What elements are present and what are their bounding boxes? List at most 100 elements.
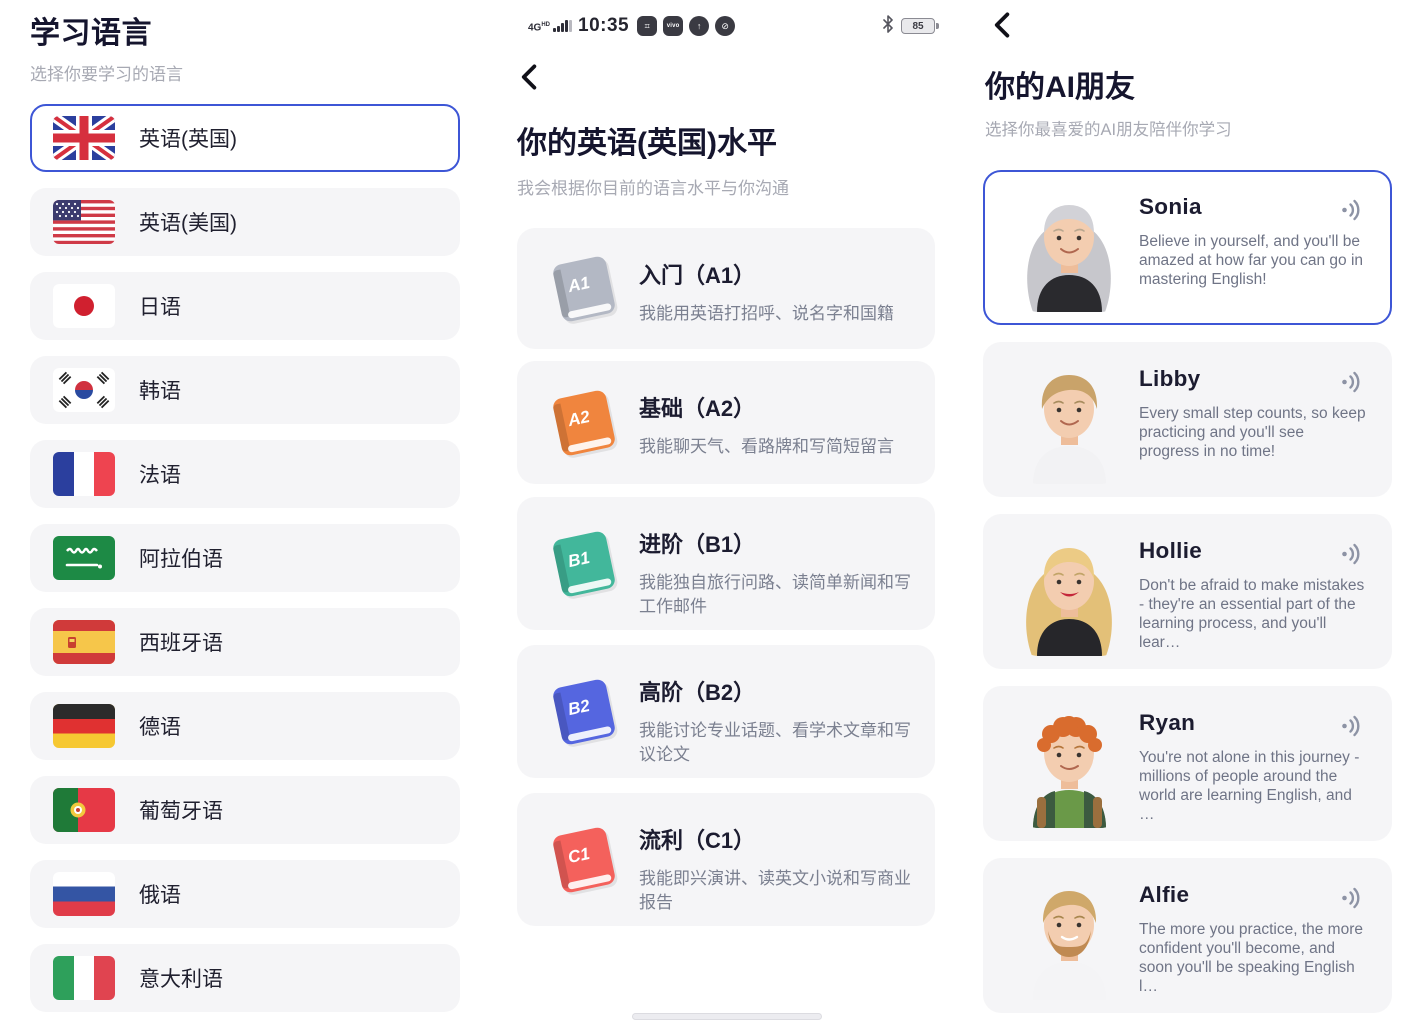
upload-arrow-icon: ↑ bbox=[689, 16, 709, 36]
language-item-italian[interactable]: 意大利语 bbox=[30, 944, 460, 1012]
flag-uk-icon bbox=[53, 116, 115, 160]
alfie-avatar bbox=[1013, 873, 1126, 1000]
flag-germany-icon bbox=[53, 704, 115, 748]
friend-name: Hollie bbox=[1139, 538, 1202, 564]
level-select-screen: 4GHD 10:35 ⌗ vivo ↑ ⊘ 85 你的英语(英国)水平 我会根据… bbox=[470, 0, 950, 1024]
status-bar: 4GHD 10:35 ⌗ vivo ↑ ⊘ 85 bbox=[528, 13, 935, 39]
flag-saudi-icon bbox=[53, 536, 115, 580]
level-card-b2[interactable]: B2 高阶（B2） 我能讨论专业话题、看学术文章和写议论文 bbox=[517, 645, 935, 778]
voice-preview-icon[interactable] bbox=[1340, 542, 1364, 566]
language-label: 日语 bbox=[139, 291, 181, 321]
book-a1-icon: A1 bbox=[551, 228, 617, 349]
language-item-spanish[interactable]: 西班牙语 bbox=[30, 608, 460, 676]
back-button[interactable] bbox=[515, 62, 545, 92]
page-title: 你的AI朋友 bbox=[985, 62, 1135, 106]
page-subtitle: 选择你最喜爱的AI朋友陪伴你学习 bbox=[985, 116, 1232, 140]
libby-avatar bbox=[1013, 357, 1126, 484]
language-item-english-us[interactable]: 英语(美国) bbox=[30, 188, 460, 256]
language-item-arabic[interactable]: 阿拉伯语 bbox=[30, 524, 460, 592]
book-b2-icon: B2 bbox=[551, 645, 617, 778]
flag-korea-icon bbox=[53, 368, 115, 412]
level-card-a2[interactable]: A2 基础（A2） 我能聊天气、看路牌和写简短留言 bbox=[517, 361, 935, 484]
status-time: 10:35 bbox=[578, 15, 629, 37]
level-title: 入门（A1） bbox=[639, 258, 915, 290]
browser-icon: ⊘ bbox=[715, 16, 735, 36]
language-item-german[interactable]: 德语 bbox=[30, 692, 460, 760]
flag-italy-icon bbox=[53, 956, 115, 1000]
language-select-screen: 学习语言 选择你要学习的语言 英语(英国) bbox=[0, 0, 470, 1024]
friend-name: Sonia bbox=[1139, 194, 1202, 220]
flag-spain-icon bbox=[53, 620, 115, 664]
flag-us-icon bbox=[53, 200, 115, 244]
level-list: A1 入门（A1） 我能用英语打招呼、说名字和国籍 A2 基础（A2） 我能聊天… bbox=[517, 228, 935, 926]
language-label: 意大利语 bbox=[139, 963, 223, 993]
level-card-a1[interactable]: A1 入门（A1） 我能用英语打招呼、说名字和国籍 bbox=[517, 228, 935, 349]
level-description: 我能独自旅行问路、读简单新闻和写工作邮件 bbox=[639, 571, 915, 619]
voice-preview-icon[interactable] bbox=[1340, 886, 1364, 910]
book-a2-icon: A2 bbox=[551, 361, 617, 484]
voice-preview-icon[interactable] bbox=[1340, 370, 1364, 394]
book-b1-icon: B1 bbox=[551, 497, 617, 630]
level-description: 我能讨论专业话题、看学术文章和写议论文 bbox=[639, 719, 915, 767]
level-title: 进阶（B1） bbox=[639, 527, 915, 559]
language-item-french[interactable]: 法语 bbox=[30, 440, 460, 508]
cellular-signal-icon: 4GHD bbox=[528, 20, 572, 32]
friend-quote: Don't be afraid to make mistakes - they'… bbox=[1139, 576, 1368, 652]
friend-name: Libby bbox=[1139, 366, 1201, 392]
level-title: 基础（A2） bbox=[639, 391, 915, 423]
friend-card-ryan[interactable]: Ryan You're not alone in this journey - … bbox=[983, 686, 1392, 841]
level-description: 我能用英语打招呼、说名字和国籍 bbox=[639, 302, 915, 326]
home-indicator[interactable] bbox=[632, 1013, 822, 1020]
page-subtitle: 选择你要学习的语言 bbox=[30, 60, 183, 85]
voice-preview-icon[interactable] bbox=[1340, 198, 1364, 222]
app-notification-icon: ⌗ bbox=[637, 16, 657, 36]
language-label: 俄语 bbox=[139, 879, 181, 909]
flag-portugal-icon bbox=[53, 788, 115, 832]
friend-quote: Believe in yourself, and you'll be amaze… bbox=[1139, 232, 1368, 289]
flag-france-icon bbox=[53, 452, 115, 496]
language-label: 韩语 bbox=[139, 375, 181, 405]
level-title: 高阶（B2） bbox=[639, 675, 915, 707]
flag-japan-icon bbox=[53, 284, 115, 328]
app-screenshot: 学习语言 选择你要学习的语言 英语(英国) bbox=[0, 0, 1411, 1024]
back-button[interactable] bbox=[988, 10, 1018, 40]
voice-preview-icon[interactable] bbox=[1340, 714, 1364, 738]
friend-name: Alfie bbox=[1139, 882, 1189, 908]
battery-indicator: 85 bbox=[901, 18, 935, 34]
language-label: 德语 bbox=[139, 711, 181, 741]
language-label: 葡萄牙语 bbox=[139, 795, 223, 825]
vivo-icon: vivo bbox=[663, 16, 683, 36]
friend-quote: Every small step counts, so keep practic… bbox=[1139, 404, 1368, 461]
level-description: 我能即兴演讲、读英文小说和写商业报告 bbox=[639, 867, 915, 915]
friend-card-hollie[interactable]: Hollie Don't be afraid to make mistakes … bbox=[983, 514, 1392, 669]
page-title: 学习语言 bbox=[30, 8, 152, 52]
flag-russia-icon bbox=[53, 872, 115, 916]
book-c1-icon: C1 bbox=[551, 793, 617, 926]
language-item-russian[interactable]: 俄语 bbox=[30, 860, 460, 928]
ai-friend-select-screen: 你的AI朋友 选择你最喜爱的AI朋友陪伴你学习 bbox=[950, 0, 1411, 1024]
friend-card-libby[interactable]: Libby Every small step counts, so keep p… bbox=[983, 342, 1392, 497]
hollie-avatar bbox=[1013, 529, 1126, 656]
friend-card-sonia[interactable]: Sonia Believe in yourself, and you'll be… bbox=[983, 170, 1392, 325]
sonia-avatar bbox=[1013, 185, 1126, 312]
level-description: 我能聊天气、看路牌和写简短留言 bbox=[639, 435, 915, 459]
language-item-korean[interactable]: 韩语 bbox=[30, 356, 460, 424]
language-item-english-uk[interactable]: 英语(英国) bbox=[30, 104, 460, 172]
language-label: 法语 bbox=[139, 459, 181, 489]
language-label: 西班牙语 bbox=[139, 627, 223, 657]
friend-list: Sonia Believe in yourself, and you'll be… bbox=[983, 170, 1392, 1013]
level-card-c1[interactable]: C1 流利（C1） 我能即兴演讲、读英文小说和写商业报告 bbox=[517, 793, 935, 926]
language-label: 英语(美国) bbox=[139, 207, 237, 237]
friend-quote: The more you practice, the more confiden… bbox=[1139, 920, 1368, 996]
friend-name: Ryan bbox=[1139, 710, 1195, 736]
ryan-avatar bbox=[1013, 701, 1126, 828]
level-card-b1[interactable]: B1 进阶（B1） 我能独自旅行问路、读简单新闻和写工作邮件 bbox=[517, 497, 935, 630]
language-label: 阿拉伯语 bbox=[139, 543, 223, 573]
bluetooth-icon bbox=[882, 15, 894, 38]
language-item-portuguese[interactable]: 葡萄牙语 bbox=[30, 776, 460, 844]
language-label: 英语(英国) bbox=[139, 123, 237, 153]
page-title: 你的英语(英国)水平 bbox=[517, 118, 777, 162]
friend-card-alfie[interactable]: Alfie The more you practice, the more co… bbox=[983, 858, 1392, 1013]
friend-quote: You're not alone in this journey - milli… bbox=[1139, 748, 1368, 824]
language-item-japanese[interactable]: 日语 bbox=[30, 272, 460, 340]
